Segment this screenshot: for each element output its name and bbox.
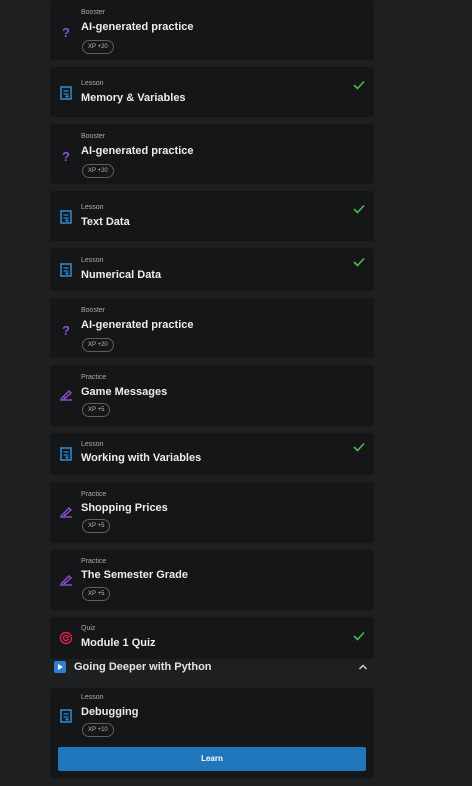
- play-icon: [54, 661, 66, 673]
- chevron-up-icon[interactable]: [358, 662, 368, 672]
- list-item-booster-1[interactable]: ? Booster AI-generated practice XP +20: [50, 0, 374, 60]
- xp-badge: XP +20: [82, 338, 114, 352]
- list-item-lesson-working-with-variables[interactable]: Lesson Working with Variables: [50, 433, 374, 475]
- completed-check-icon: [353, 631, 365, 641]
- item-type: Quiz: [81, 625, 96, 632]
- list-item-lesson-memory-variables[interactable]: Lesson Memory & Variables: [50, 67, 374, 117]
- list-item-lesson-debugging[interactable]: Lesson Debugging XP +10 Learn: [50, 688, 374, 778]
- item-type: Lesson: [81, 694, 104, 701]
- item-title: AI-generated practice: [81, 21, 194, 33]
- practice-pencil-ruler-icon: [60, 575, 73, 586]
- item-title: The Semester Grade: [81, 569, 188, 581]
- booster-question-icon: ?: [62, 149, 70, 163]
- item-type: Lesson: [81, 441, 104, 448]
- lesson-document-icon: [60, 263, 72, 277]
- list-item-lesson-text-data[interactable]: Lesson Text Data: [50, 191, 374, 241]
- list-item-booster-2[interactable]: ? Booster AI-generated practice XP +20: [50, 124, 374, 184]
- list-item-booster-3[interactable]: ? Booster AI-generated practice XP +20: [50, 298, 374, 358]
- section-header[interactable]: Going Deeper with Python: [50, 656, 374, 680]
- section-title: Going Deeper with Python: [74, 661, 212, 673]
- svg-text:?: ?: [62, 323, 70, 337]
- completed-check-icon: [353, 257, 365, 267]
- xp-badge: XP +5: [82, 519, 111, 533]
- item-title: Shopping Prices: [81, 502, 168, 514]
- practice-pencil-ruler-icon: [60, 507, 73, 518]
- list-item-practice-game-messages[interactable]: Practice Game Messages XP +5: [50, 365, 374, 426]
- booster-question-icon: ?: [62, 25, 70, 39]
- completed-check-icon: [353, 80, 365, 90]
- lesson-document-icon: [60, 709, 72, 723]
- list-item-lesson-numerical-data[interactable]: Lesson Numerical Data: [50, 248, 374, 291]
- lesson-document-icon: [60, 447, 72, 461]
- item-type: Booster: [81, 133, 106, 140]
- item-title: Debugging: [81, 706, 139, 718]
- item-type: Booster: [81, 307, 106, 314]
- svg-text:?: ?: [62, 149, 70, 163]
- xp-badge: XP +5: [82, 403, 111, 417]
- xp-badge: XP +10: [82, 723, 114, 737]
- item-title: Memory & Variables: [81, 92, 186, 104]
- completed-check-icon: [353, 442, 365, 452]
- item-type: Lesson: [81, 80, 104, 87]
- item-title: AI-generated practice: [81, 145, 194, 157]
- practice-pencil-ruler-icon: [60, 390, 73, 401]
- svg-text:?: ?: [62, 25, 70, 39]
- completed-check-icon: [353, 204, 365, 214]
- item-type: Booster: [81, 9, 106, 16]
- item-type: Lesson: [81, 257, 104, 264]
- item-title: Working with Variables: [81, 452, 202, 464]
- xp-badge: XP +20: [82, 164, 114, 178]
- lesson-document-icon: [60, 210, 72, 224]
- list-item-practice-semester-grade[interactable]: Practice The Semester Grade XP +5: [50, 550, 374, 610]
- item-title: Game Messages: [81, 386, 168, 398]
- xp-badge: XP +5: [82, 587, 111, 601]
- lesson-document-icon: [60, 86, 72, 100]
- item-type: Lesson: [81, 204, 104, 211]
- item-type: Practice: [81, 374, 107, 381]
- quiz-target-icon: [59, 631, 73, 645]
- item-type: Practice: [81, 558, 107, 565]
- item-title: Text Data: [81, 216, 130, 228]
- item-title: AI-generated practice: [81, 319, 194, 331]
- xp-badge: XP +20: [82, 40, 114, 54]
- list-item-practice-shopping-prices[interactable]: Practice Shopping Prices XP +5: [50, 482, 374, 543]
- item-title: Numerical Data: [81, 269, 162, 281]
- list-item-quiz-module-1[interactable]: Quiz Module 1 Quiz: [50, 617, 374, 659]
- course-list: ? Booster AI-generated practice XP +20 L…: [50, 0, 374, 666]
- learn-button[interactable]: Learn: [58, 747, 366, 771]
- item-type: Practice: [81, 491, 107, 498]
- item-title: Module 1 Quiz: [81, 637, 156, 649]
- booster-question-icon: ?: [62, 323, 70, 337]
